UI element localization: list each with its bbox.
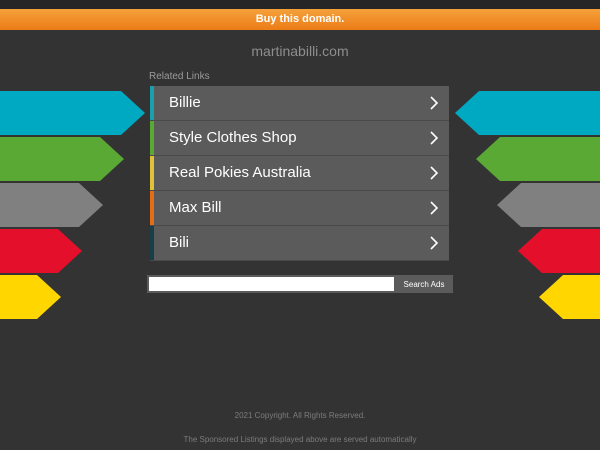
arrow-left-red [0,229,82,273]
chevron-right-icon [430,166,439,180]
link-label: Max Bill [169,199,222,216]
search-ads-button[interactable]: Search Ads [395,275,453,293]
arrow-right-cyan [455,91,600,135]
arrow-right-gray [497,183,600,227]
link-color-stripe [150,86,154,120]
arrow-right-yellow [539,275,600,319]
footer-disclaimer: The Sponsored Listings displayed above a… [183,435,417,444]
footer-copyright: 2021 Copyright. All Rights Reserved. [234,411,366,420]
arrow-left-gray [0,183,103,227]
arrow-left-cyan [0,91,145,135]
chevron-right-icon [430,96,439,110]
link-max-bill[interactable]: Max Bill [150,191,449,226]
link-real-pokies-australia[interactable]: Real Pokies Australia [150,156,449,191]
arrow-right-red [518,229,600,273]
link-color-stripe [150,121,154,155]
link-label: Billie [169,94,201,111]
chevron-right-icon [430,236,439,250]
link-color-stripe [150,156,154,190]
related-links-list: Billie Style Clothes Shop Real Pokies Au… [150,86,449,261]
link-style-clothes-shop[interactable]: Style Clothes Shop [150,121,449,156]
search-bar: Search Ads [147,275,453,293]
arrow-left-yellow [0,275,61,319]
link-bili[interactable]: Bili [150,226,449,261]
arrow-left-green [0,137,124,181]
domain-name: martinabilli.com [251,43,349,59]
link-color-stripe [150,226,154,260]
chevron-right-icon [430,201,439,215]
related-links-heading: Related Links [149,71,210,82]
link-label: Real Pokies Australia [169,164,311,181]
chevron-right-icon [430,131,439,145]
search-input[interactable] [149,277,394,291]
link-billie[interactable]: Billie [150,86,449,121]
link-label: Style Clothes Shop [169,129,297,146]
top-strip [0,0,600,9]
buy-domain-banner[interactable]: Buy this domain. [0,9,600,30]
arrow-right-green [476,137,600,181]
link-label: Bili [169,234,190,251]
link-color-stripe [150,191,154,225]
